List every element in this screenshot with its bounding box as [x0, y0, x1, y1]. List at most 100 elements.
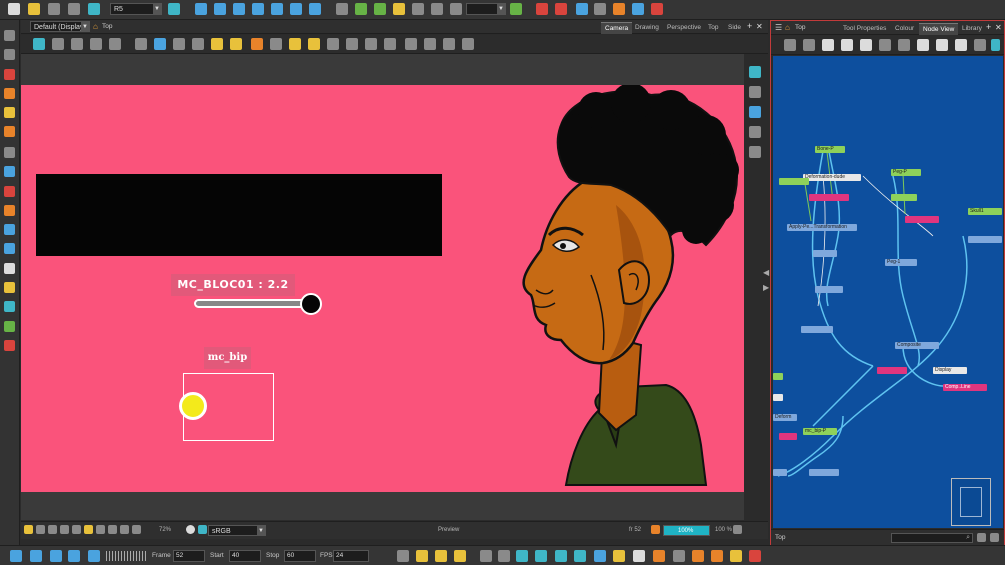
transform-tool-icon[interactable]	[4, 301, 15, 312]
loop-icon[interactable]	[50, 550, 62, 562]
tab-colour[interactable]: Colour	[891, 23, 918, 35]
menu-icon[interactable]: ☰	[775, 23, 782, 32]
display-node-icon[interactable]	[936, 39, 948, 51]
motion-keyframe-icon[interactable]	[498, 550, 510, 562]
settings-gear-icon[interactable]	[462, 38, 474, 50]
zoom-in-icon[interactable]	[990, 533, 999, 542]
document-icon[interactable]	[730, 550, 742, 562]
light-bulb-icon[interactable]	[289, 38, 301, 50]
transform-icon[interactable]	[195, 3, 207, 15]
network-2-icon[interactable]	[841, 39, 853, 51]
node-peg-p[interactable]: Peg-P	[891, 169, 921, 176]
cube-icon[interactable]	[120, 525, 129, 534]
colour-picker-icon[interactable]	[4, 186, 15, 197]
node-pink-c[interactable]	[877, 367, 907, 374]
rotate-icon[interactable]	[214, 3, 226, 15]
bowl-icon[interactable]	[653, 550, 665, 562]
composite-node-icon[interactable]	[955, 39, 967, 51]
drawing-pivot-icon[interactable]	[4, 243, 15, 254]
show-frame-icon[interactable]	[52, 38, 64, 50]
node-blue-b[interactable]	[813, 250, 837, 257]
lock-all-icon[interactable]	[230, 38, 242, 50]
maintain-size-icon[interactable]	[271, 3, 283, 15]
node-pink-d[interactable]	[779, 433, 797, 440]
render-preview-icon[interactable]	[651, 525, 660, 534]
previous-frame-icon[interactable]	[68, 550, 80, 562]
breadcrumb-top[interactable]: Top	[102, 23, 112, 30]
envelope-icon[interactable]	[393, 3, 405, 15]
camera-eye-icon[interactable]	[749, 66, 761, 78]
egg-icon[interactable]	[308, 38, 320, 50]
up-level-icon[interactable]	[784, 39, 796, 51]
hat-icon[interactable]	[346, 38, 358, 50]
drawing-combo[interactable]: R5 ▼	[110, 3, 162, 15]
kinematic-icon[interactable]	[355, 3, 367, 15]
morph-tool-icon[interactable]	[4, 224, 15, 235]
layers-icon[interactable]	[405, 38, 417, 50]
node-comp-line[interactable]: Comp..Line	[943, 384, 987, 391]
node-graph-canvas[interactable]: Bone-P Deformation-dude Apply-Pe...Trans…	[773, 56, 1003, 528]
frame-field[interactable]: 52	[173, 550, 205, 562]
collapse-left-icon[interactable]: ◀	[763, 268, 769, 277]
tab-tool-properties[interactable]: Tool Properties	[839, 23, 890, 35]
home-icon[interactable]: ⌂	[93, 22, 98, 31]
spline-offset-icon[interactable]	[290, 3, 302, 15]
arrow-up-icon[interactable]	[576, 3, 588, 15]
light-table-icon[interactable]	[173, 38, 185, 50]
grid-overlay-icon[interactable]	[424, 38, 436, 50]
workspace-combo[interactable]: Default (Display) ▼	[30, 21, 90, 32]
sound-icon[interactable]	[88, 550, 100, 562]
layer-combo[interactable]: ▼	[466, 3, 506, 15]
bulb-icon[interactable]	[24, 525, 33, 534]
node-pink-a[interactable]	[809, 194, 849, 201]
node-green-b[interactable]	[891, 194, 917, 201]
move-nodes-icon[interactable]	[860, 39, 872, 51]
select-tool-icon[interactable]	[4, 30, 15, 41]
pencil-tool-icon[interactable]	[4, 88, 15, 99]
node-composite[interactable]: Composite	[895, 342, 939, 349]
tab-perspective[interactable]: Perspective	[663, 22, 705, 34]
matte-icon[interactable]	[96, 525, 105, 534]
paint-tool-icon[interactable]	[4, 107, 15, 118]
flip-2-icon[interactable]	[435, 550, 447, 562]
down-level-icon[interactable]	[803, 39, 815, 51]
node-navigator[interactable]	[951, 478, 991, 526]
field-chart-icon[interactable]	[109, 38, 121, 50]
reset-view-icon[interactable]	[33, 38, 45, 50]
color-space-icon[interactable]	[198, 525, 207, 534]
eraser-tool-icon[interactable]	[4, 126, 15, 137]
3d-rotate-icon[interactable]	[309, 3, 321, 15]
node-deformation[interactable]: Deformation-dude	[803, 174, 861, 181]
globe-icon[interactable]	[555, 550, 567, 562]
panel-breadcrumb[interactable]: Top	[795, 24, 805, 31]
node-deform[interactable]: Deform	[773, 414, 797, 421]
open-folder-icon[interactable]	[28, 3, 40, 15]
node-grid-icon[interactable]	[574, 550, 586, 562]
scale-icon[interactable]	[233, 3, 245, 15]
hand-tool-icon[interactable]	[4, 263, 15, 274]
cutter-tool-icon[interactable]	[4, 205, 15, 216]
plate-icon[interactable]	[384, 38, 396, 50]
m-script-icon[interactable]	[516, 550, 528, 562]
fps-field[interactable]: 24	[333, 550, 369, 562]
node-peg-1[interactable]: Peg-1	[885, 259, 917, 266]
node-blue-f[interactable]	[809, 469, 839, 476]
game-bone-icon[interactable]	[450, 3, 462, 15]
node-display[interactable]: Display	[933, 367, 967, 374]
add-keyframe-icon[interactable]	[480, 550, 492, 562]
tab-top[interactable]: Top	[704, 22, 722, 34]
slider-handle[interactable]	[300, 293, 322, 315]
layer-stack-active-icon[interactable]	[749, 106, 761, 118]
peg-node-icon[interactable]	[974, 39, 986, 51]
play-icon[interactable]	[10, 550, 22, 562]
settings-icon[interactable]	[991, 39, 1000, 51]
tab-camera[interactable]: Camera	[601, 22, 633, 34]
skew-icon[interactable]	[252, 3, 264, 15]
mask-icon[interactable]	[48, 525, 57, 534]
collapse-right-icon[interactable]: ▶	[763, 283, 769, 292]
save-icon[interactable]	[48, 3, 60, 15]
node-blue-a[interactable]	[968, 236, 1002, 243]
stamp-icon[interactable]	[613, 3, 625, 15]
add-view-icon[interactable]: +	[986, 22, 991, 32]
zoom-out-icon[interactable]	[977, 533, 986, 542]
